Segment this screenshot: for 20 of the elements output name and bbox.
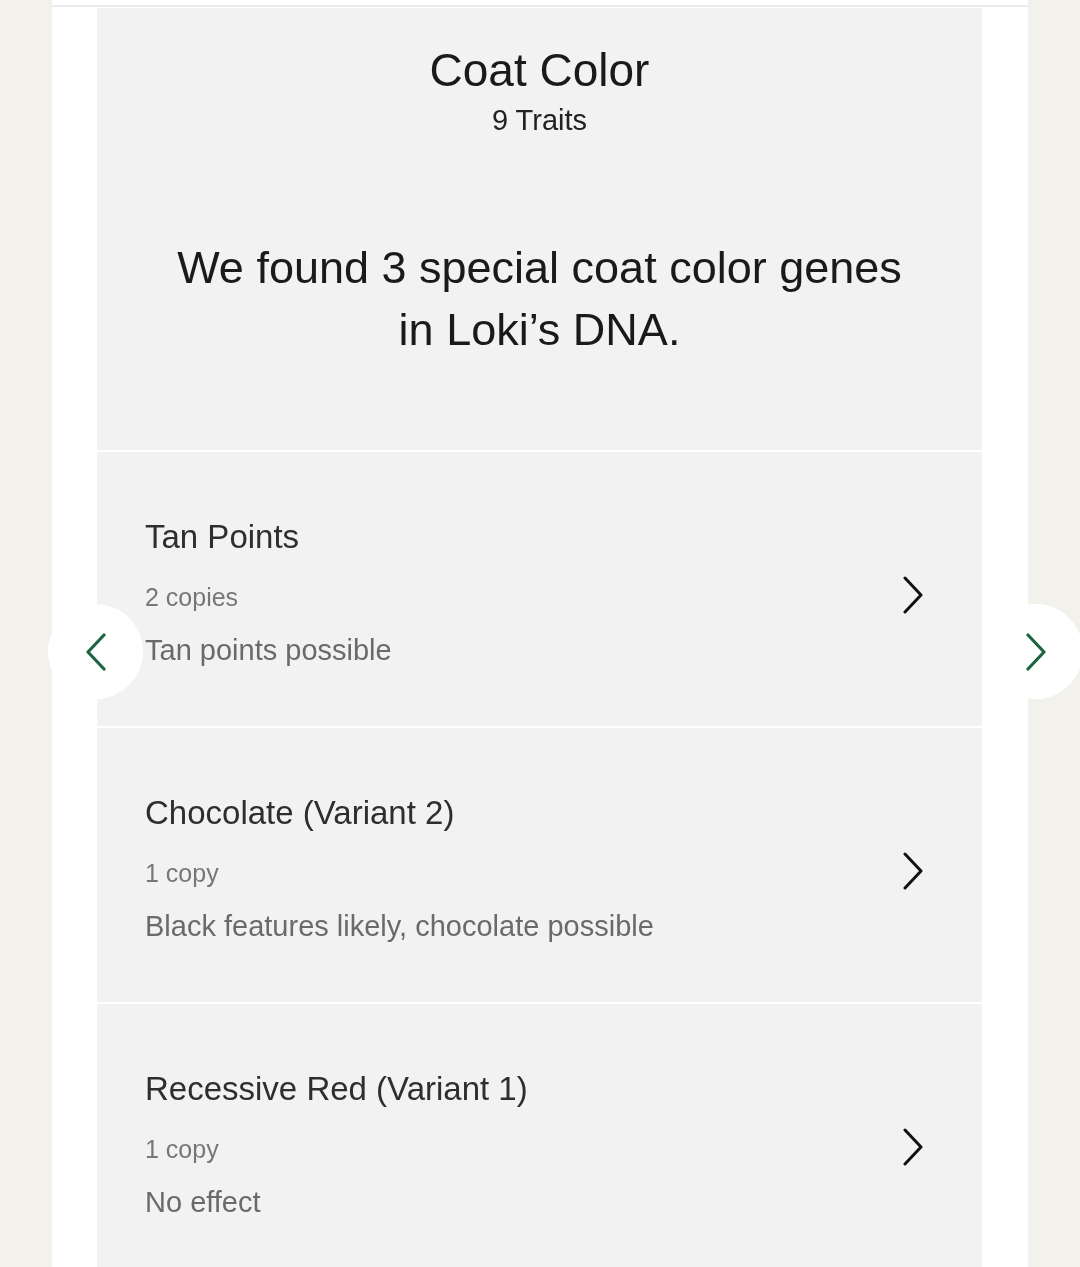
trait-effect: Tan points possible bbox=[145, 633, 392, 668]
chevron-left-icon bbox=[84, 632, 107, 671]
trait-name: Chocolate (Variant 2) bbox=[145, 793, 456, 833]
chevron-right-icon bbox=[902, 1127, 924, 1166]
trait-count: 9 Traits bbox=[490, 103, 589, 138]
panel-title: Coat Color bbox=[428, 44, 651, 96]
chevron-right-icon bbox=[902, 575, 924, 614]
copy-count: 1 copy bbox=[145, 1134, 220, 1165]
trait-row[interactable]: Recessive Red (Variant 1) 1 copy No effect bbox=[97, 1004, 982, 1267]
trait-row[interactable]: Chocolate (Variant 2) 1 copy Black features likely, chocolate possible bbox=[97, 728, 982, 1002]
summary-text: We found 3 special coat color genes in Loki’s DNA. bbox=[176, 241, 903, 357]
copy-count: 2 copies bbox=[145, 582, 240, 613]
trait-name: Tan Points bbox=[145, 517, 301, 557]
trait-name: Recessive Red (Variant 1) bbox=[145, 1069, 528, 1109]
trait-effect: No effect bbox=[145, 1185, 262, 1220]
trait-row[interactable]: Tan Points 2 copies Tan points possible bbox=[97, 452, 982, 726]
chevron-right-icon bbox=[1024, 632, 1047, 671]
trait-effect: Black features likely, chocolate possible bbox=[145, 909, 654, 944]
copy-count: 1 copy bbox=[145, 858, 220, 889]
chevron-right-icon bbox=[902, 851, 924, 890]
